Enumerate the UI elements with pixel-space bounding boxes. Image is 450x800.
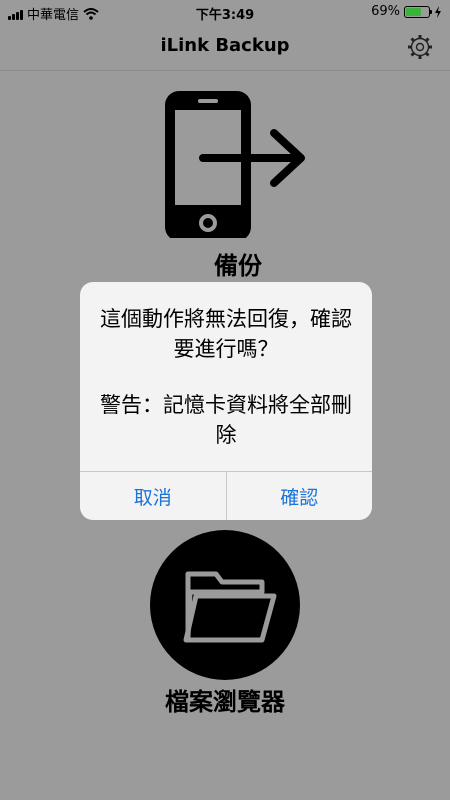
battery-icon	[404, 5, 432, 18]
alert-message: 這個動作將無法回復，確認要進行嗎？	[100, 307, 352, 361]
folder-icon	[183, 571, 277, 643]
battery-percent: 69%	[371, 4, 400, 19]
page-title: iLink Backup	[160, 35, 290, 56]
status-bar: 中華電信 下午3:49 69%	[0, 0, 450, 24]
cancel-button[interactable]: 取消	[80, 472, 226, 520]
confirm-button[interactable]: 確認	[225, 472, 373, 520]
phone-export-icon	[165, 91, 305, 238]
gear-icon[interactable]	[406, 33, 434, 61]
confirm-alert: 這個動作將無法回復，確認要進行嗎？ 警告：記憶卡資料將全部刪除 取消 確認	[80, 282, 372, 520]
backup-label: 備份	[214, 252, 262, 280]
battery-fill	[406, 7, 421, 16]
charging-icon	[435, 5, 441, 18]
file-browser-label: 檔案瀏覽器	[165, 688, 285, 716]
alert-warning: 警告：記憶卡資料將全部刪除	[100, 393, 352, 447]
nav-bar: iLink Backup	[0, 24, 450, 71]
file-browser-button[interactable]	[150, 530, 300, 680]
alert-actions: 取消 確認	[80, 471, 372, 520]
backup-button[interactable]: 備份	[158, 88, 318, 280]
status-right: 69%	[371, 4, 442, 19]
